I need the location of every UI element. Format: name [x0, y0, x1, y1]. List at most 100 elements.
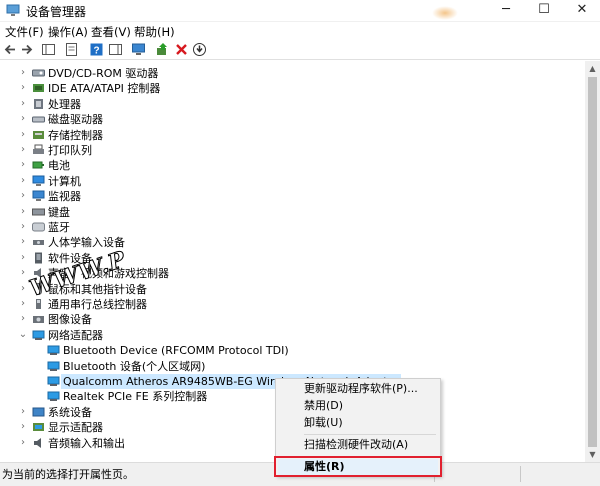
- tree-category[interactable]: › IDE ATA/ATAPI 控制器: [0, 81, 580, 96]
- display-adapter-icon: [33, 423, 44, 432]
- chevron-right-icon[interactable]: ›: [18, 159, 28, 171]
- chevron-right-icon[interactable]: ›: [18, 406, 28, 418]
- tree-category[interactable]: › 键盘: [0, 205, 580, 220]
- tree-item-label: 处理器: [48, 97, 81, 111]
- tree-item-label: 网络适配器: [48, 328, 103, 342]
- tree-item-label: 打印队列: [48, 144, 92, 157]
- hid-icon: [33, 240, 44, 246]
- chevron-right-icon[interactable]: ›: [18, 190, 28, 202]
- title-bar: 设备管理器 ─ ☐ ✕: [0, 0, 600, 22]
- uninstall-icon[interactable]: [174, 42, 189, 57]
- scroll-down-arrow-icon[interactable]: ▼: [585, 447, 600, 462]
- menu-scan-hardware[interactable]: 扫描检测硬件改动(A): [304, 437, 408, 453]
- window-title: 设备管理器: [26, 5, 87, 19]
- chevron-right-icon[interactable]: ›: [18, 144, 28, 156]
- software-device-icon: [35, 252, 42, 264]
- tree-item-label: IDE ATA/ATAPI 控制器: [48, 82, 161, 96]
- close-button[interactable]: ✕: [562, 0, 600, 22]
- menu-update-driver[interactable]: 更新驱动程序软件(P)...: [304, 381, 418, 397]
- tree-category[interactable]: › DVD/CD-ROM 驱动器: [0, 66, 580, 81]
- chevron-right-icon[interactable]: ›: [18, 421, 28, 433]
- tree-item-label: Realtek PCIe FE 系列控制器: [63, 390, 208, 404]
- menu-bar: 文件(F) 操作(A) 查看(V) 帮助(H): [0, 22, 600, 40]
- tree-item-label: 显示适配器: [48, 421, 103, 435]
- chevron-right-icon[interactable]: ›: [18, 283, 28, 295]
- tree-item-label: 磁盘驱动器: [48, 113, 103, 127]
- menu-file[interactable]: 文件(F): [5, 24, 44, 40]
- status-text: 为当前的选择打开属性页。: [2, 468, 134, 481]
- tree-item-label: 键盘: [48, 205, 70, 219]
- bluetooth-icon: [32, 222, 45, 232]
- menu-disable[interactable]: 禁用(D): [304, 398, 343, 414]
- tree-category[interactable]: › 电池: [0, 158, 580, 173]
- tree-category-network-adapters[interactable]: ⌄ 网络适配器: [0, 328, 580, 343]
- tree-item-label: 系统设备: [48, 405, 92, 419]
- chevron-right-icon[interactable]: ›: [18, 298, 28, 310]
- tree-item-label: 存储控制器: [48, 128, 103, 142]
- storage-controller-icon: [33, 130, 44, 139]
- forward-icon[interactable]: [19, 42, 34, 57]
- tree-category[interactable]: › 存储控制器: [0, 128, 580, 143]
- tree-category[interactable]: › 磁盘驱动器: [0, 112, 580, 127]
- back-icon[interactable]: [3, 42, 18, 57]
- tree-category[interactable]: › 人体学输入设备: [0, 235, 580, 250]
- tree-category[interactable]: › 计算机: [0, 174, 580, 189]
- tree-category[interactable]: › 处理器: [0, 97, 580, 112]
- monitor-icon[interactable]: [131, 42, 146, 57]
- tree-device[interactable]: Bluetooth Device (RFCOMM Protocol TDI): [0, 343, 580, 358]
- show-hide-console-tree-icon[interactable]: [41, 42, 56, 57]
- chevron-right-icon[interactable]: ›: [18, 236, 28, 248]
- network-adapter-icon: [47, 345, 60, 356]
- chevron-right-icon[interactable]: ›: [18, 313, 28, 325]
- network-adapter-icon: [32, 330, 45, 340]
- tree-category[interactable]: › 蓝牙: [0, 220, 580, 235]
- menu-uninstall[interactable]: 卸载(U): [304, 415, 343, 431]
- disk-drive-icon: [32, 116, 45, 123]
- chevron-right-icon[interactable]: ›: [18, 82, 28, 94]
- toolbar: ?: [0, 40, 600, 60]
- camera-icon: [33, 316, 44, 324]
- disable-device-icon[interactable]: [192, 42, 207, 57]
- tree-device[interactable]: Bluetooth 设备(个人区域网): [0, 359, 580, 374]
- svg-text:?: ?: [93, 46, 99, 57]
- chevron-right-icon[interactable]: ›: [18, 252, 28, 264]
- tree-item-label: 音频输入和输出: [48, 436, 125, 450]
- tree-item-label: 图像设备: [48, 313, 92, 327]
- keyboard-icon: [32, 208, 45, 216]
- chevron-right-icon[interactable]: ›: [18, 113, 28, 125]
- menu-help[interactable]: 帮助(H): [134, 24, 175, 40]
- tree-category[interactable]: › 图像设备: [0, 312, 580, 327]
- menu-separator: [304, 434, 436, 435]
- tree-item-label: Bluetooth Device (RFCOMM Protocol TDI): [63, 344, 289, 358]
- properties-icon[interactable]: [64, 42, 79, 57]
- chevron-right-icon[interactable]: ›: [18, 206, 28, 218]
- tree-item-label: Bluetooth 设备(个人区域网): [63, 359, 206, 373]
- scrollbar-thumb[interactable]: [588, 77, 597, 447]
- vertical-scrollbar[interactable]: ▲ ▼: [585, 61, 600, 462]
- minimize-button[interactable]: ─: [486, 0, 526, 22]
- audio-io-icon: [34, 437, 41, 448]
- chevron-right-icon[interactable]: ›: [18, 221, 28, 233]
- tree-item-label: 计算机: [48, 174, 81, 188]
- chevron-down-icon[interactable]: ⌄: [18, 329, 28, 341]
- menu-action[interactable]: 操作(A): [48, 24, 88, 40]
- tree-category[interactable]: › 打印队列: [0, 143, 580, 158]
- chevron-right-icon[interactable]: ›: [18, 98, 28, 110]
- system-device-icon: [32, 407, 45, 417]
- tree-category[interactable]: › 通用串行总线控制器: [0, 297, 580, 312]
- chevron-right-icon[interactable]: ›: [18, 129, 28, 141]
- printer-icon: [33, 144, 44, 154]
- maximize-button[interactable]: ☐: [524, 0, 564, 22]
- update-driver-icon[interactable]: [155, 42, 170, 57]
- network-adapter-icon: [47, 376, 60, 386]
- chevron-right-icon[interactable]: ›: [18, 67, 28, 79]
- menu-view[interactable]: 查看(V): [91, 24, 131, 40]
- scroll-up-arrow-icon[interactable]: ▲: [585, 61, 600, 76]
- chevron-right-icon[interactable]: ›: [18, 437, 28, 449]
- tree-item-label: 监视器: [48, 190, 81, 204]
- action-pane-icon[interactable]: [108, 42, 123, 57]
- tree-category[interactable]: › 监视器: [0, 189, 580, 204]
- help-icon[interactable]: ?: [89, 42, 104, 57]
- network-adapter-icon: [47, 391, 60, 402]
- chevron-right-icon[interactable]: ›: [18, 175, 28, 187]
